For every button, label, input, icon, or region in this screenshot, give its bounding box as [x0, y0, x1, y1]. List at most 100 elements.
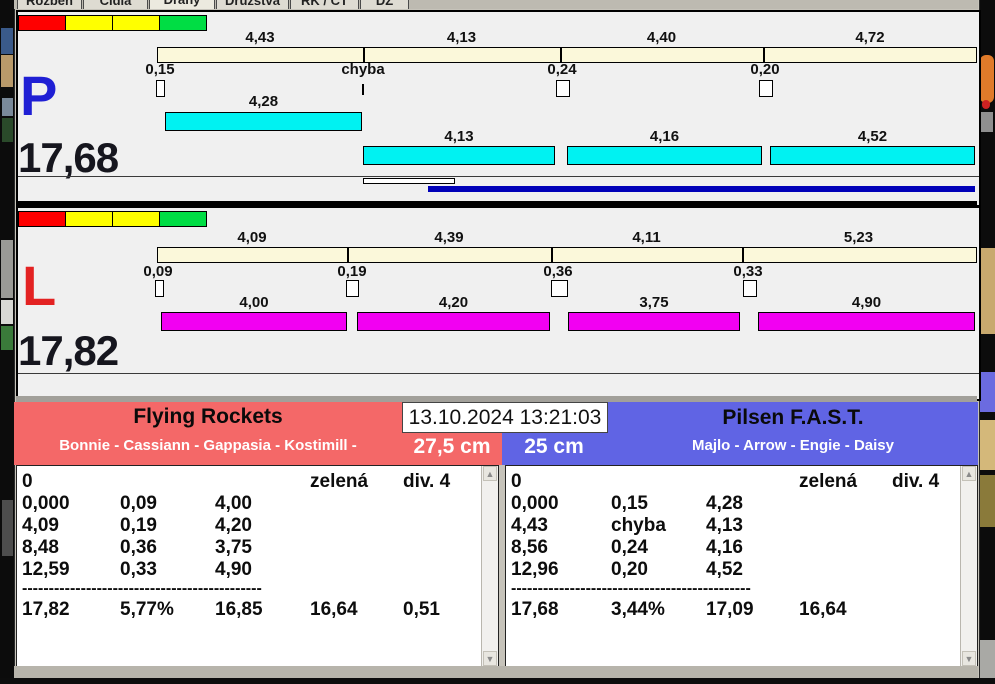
notification-dot [982, 100, 990, 109]
team-left-dogs: Bonnie - Cassiann - Gappasia - Kostimill… [59, 437, 357, 454]
leg-time: 4,28 [248, 93, 279, 110]
background-window-fragment [980, 475, 995, 527]
wallpaper-fragment [1, 55, 13, 87]
team-right-name: Pilsen F.A.S.T. [722, 406, 864, 429]
cell-empty [611, 471, 706, 493]
crossing-time: 0,19 [337, 263, 367, 280]
cell-cumulative: 0,000 [22, 493, 70, 514]
split-time: 4,09 [237, 229, 267, 246]
tab-drahy[interactable]: Dráhy [149, 0, 215, 9]
split-divider [347, 248, 349, 262]
separator-line [18, 373, 979, 374]
cell-cumulative: 4,09 [22, 515, 59, 536]
cell-cumulative: 8,48 [22, 537, 59, 558]
scroll-down-icon[interactable]: ▼ [483, 651, 497, 666]
background-window-fragment [980, 248, 995, 334]
split-divider [551, 248, 553, 262]
crossing-time: 0,20 [750, 61, 780, 78]
wallpaper-fragment [1, 300, 13, 324]
cell-leg: 3,75 [215, 537, 252, 558]
leg-time: 4,20 [438, 294, 469, 311]
light-red-icon [18, 15, 66, 31]
scrollbar[interactable]: ▲ ▼ [481, 466, 498, 666]
lane-l-total-time: 17,82 [18, 327, 119, 374]
tab-bar: Rozběh Čidla Dráhy Družstva RK / ČT DZ [14, 0, 978, 9]
scroll-up-icon[interactable]: ▲ [483, 466, 497, 481]
desktop-edge-left [0, 0, 14, 684]
split-divider [763, 48, 765, 62]
split-divider [363, 48, 365, 62]
cell-best: 16,64 [310, 599, 358, 620]
crossing-marker [556, 80, 570, 97]
cell-net: 17,09 [706, 599, 754, 620]
leg-time: 4,13 [444, 128, 474, 145]
leg-time: 4,00 [239, 294, 269, 311]
cell-crossing: 0,33 [120, 559, 157, 580]
leg-bar [568, 312, 740, 331]
tab-rozbeh[interactable]: Rozběh [17, 0, 82, 9]
cell-empty [799, 515, 892, 537]
start-lights-l [18, 211, 207, 227]
split-time: 4,43 [245, 29, 275, 46]
lane-p-panel: 4,43 4,13 4,40 4,72 0,15 chyba 0,24 0,20… [16, 10, 981, 207]
cell-crossing: 0,15 [611, 493, 648, 514]
cell-empty [310, 515, 403, 537]
cell-empty [799, 537, 892, 559]
lane-p-letter: P [20, 64, 58, 127]
crossing-marker [759, 80, 773, 97]
cell-total: 17,68 [511, 599, 559, 620]
tab-druzstva[interactable]: Družstva [216, 0, 289, 9]
wallpaper-fragment [1, 240, 13, 298]
light-green-icon [159, 211, 207, 227]
tab-rk-ct[interactable]: RK / ČT [290, 0, 359, 9]
cell-empty [706, 471, 799, 493]
light-yellow-icon [112, 15, 160, 31]
wallpaper-fragment [2, 500, 13, 556]
cell-leg: 4,28 [706, 493, 743, 514]
split-time: 4,39 [434, 229, 464, 246]
cell-empty [310, 537, 403, 559]
results-table-right[interactable]: 0 zelená div. 4 0,000 0,15 4,28 4,43 chy… [505, 465, 978, 667]
cell-net: 16,85 [215, 599, 263, 620]
results-table-left[interactable]: 0 zelená div. 4 0,000 0,09 4,00 4,09 0,1… [16, 465, 499, 667]
light-green-icon [159, 15, 207, 31]
cell-best: 16,64 [799, 599, 847, 620]
leg-time: 3,75 [639, 294, 669, 311]
tab-cidla[interactable]: Čidla [83, 0, 148, 9]
cell-cumulative: 8,56 [511, 537, 548, 558]
cell-status: zelená [310, 471, 369, 492]
lane-l-letter: L [22, 254, 57, 317]
leg-bar [357, 312, 550, 331]
leg-time: 4,16 [649, 128, 680, 145]
leg-bar [161, 312, 347, 331]
results-grid-right: 0 zelená div. 4 0,000 0,15 4,28 4,43 chy… [506, 466, 977, 621]
crossing-time: 0,33 [733, 263, 763, 280]
cell-empty [215, 471, 310, 493]
browser-icon[interactable] [980, 55, 994, 103]
screen: Rozběh Čidla Dráhy Družstva RK / ČT DZ 4… [0, 0, 995, 684]
crossing-marker [551, 280, 568, 297]
scroll-up-icon[interactable]: ▲ [962, 466, 976, 481]
crossing-error: chyba [341, 61, 385, 78]
scroll-down-icon[interactable]: ▼ [962, 651, 976, 666]
tab-dz[interactable]: DZ [360, 0, 409, 9]
cell-percent: 3,44% [611, 599, 665, 620]
cell-empty [799, 559, 892, 581]
split-time: 4,72 [855, 29, 885, 46]
split-divider [560, 48, 562, 62]
leg-bar [363, 146, 555, 165]
scrollbar[interactable]: ▲ ▼ [960, 466, 977, 666]
start-lights-p [18, 15, 207, 31]
results-grid-left: 0 zelená div. 4 0,000 0,09 4,00 4,09 0,1… [17, 466, 498, 621]
lane-l-panel: 4,09 4,39 4,11 5,23 0,09 0,19 0,36 0,33 … [16, 206, 981, 401]
jump-height-left: 27,5 cm [413, 435, 491, 458]
team-right-dogs: Majlo - Arrow - Engie - Daisy [692, 437, 894, 454]
split-divider [742, 248, 744, 262]
crossing-marker [743, 280, 757, 297]
cell-empty [310, 493, 403, 515]
cell-crossing: 0,19 [120, 515, 157, 536]
cell-leg: 4,52 [706, 559, 743, 580]
split-time: 5,23 [843, 229, 874, 246]
cell-crossing: 0,20 [611, 559, 648, 580]
screen-bottom-edge [0, 678, 995, 684]
